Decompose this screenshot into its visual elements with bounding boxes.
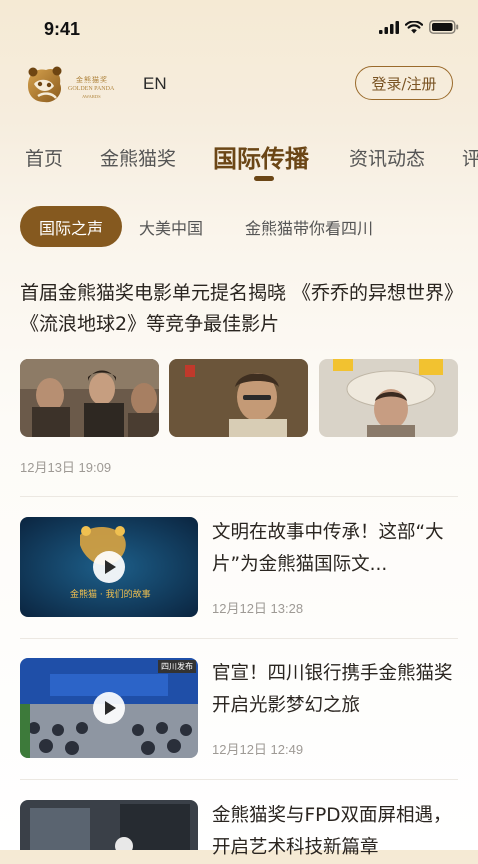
logo-text-cn: 金熊猫奖 <box>76 76 108 84</box>
article-date: 12月12日 13:28 <box>212 601 304 616</box>
article-title[interactable]: 官宣！四川银行携手金熊猫奖 开启光影梦幻之旅 <box>212 658 464 722</box>
play-button[interactable] <box>93 692 125 724</box>
article-video-thumbnail[interactable]: 四川发布 <box>20 658 198 758</box>
film-still-image <box>169 359 308 437</box>
featured-thumbnail-2[interactable] <box>169 359 308 437</box>
logo-text-en: GOLDEN PANDA <box>68 86 115 92</box>
wifi-icon <box>405 20 423 33</box>
play-icon <box>105 701 116 715</box>
list-divider <box>20 496 458 497</box>
panda-logo-icon <box>28 66 62 103</box>
play-button[interactable] <box>93 551 125 583</box>
subtab-international-voice[interactable]: 国际之声 <box>20 206 122 247</box>
list-divider <box>20 779 458 780</box>
tab-home[interactable]: 首页 <box>25 144 63 171</box>
article-thumbnail-image <box>20 800 198 850</box>
article-thumbnail[interactable] <box>20 800 198 850</box>
article-video-thumbnail[interactable]: 金熊猫 · 我们的故事 <box>20 517 198 617</box>
signal-icon <box>379 20 399 34</box>
film-still-image <box>20 359 159 437</box>
logo-text-sub: AWARDS <box>82 94 101 99</box>
tab-more-partial[interactable]: 评 <box>462 144 478 171</box>
main-tab-bar: 首页 金熊猫奖 国际传播 资讯动态 评 <box>0 130 478 186</box>
tab-international[interactable]: 国际传播 <box>213 139 309 174</box>
list-divider <box>20 638 458 639</box>
login-register-button[interactable]: 登录/注册 <box>355 66 453 100</box>
status-time: 9:41 <box>44 19 81 39</box>
app-header: 金熊猫奖 GOLDEN PANDA AWARDS EN 登录/注册 <box>0 58 478 116</box>
featured-date: 12月13日 19:09 <box>20 460 112 475</box>
status-bar: 9:41 <box>0 0 478 58</box>
article-title[interactable]: 金熊猫奖与FPD双面屏相遇，开启艺术科技新篇章 <box>212 800 464 864</box>
status-icons <box>379 20 459 34</box>
subtab-beautiful-china[interactable]: 大美中国 <box>139 206 203 247</box>
video-source-badge: 四川发布 <box>158 660 196 673</box>
battery-icon <box>429 20 459 34</box>
play-icon <box>105 560 116 574</box>
featured-article-title[interactable]: 首届金熊猫奖电影单元提名揭晓 《乔乔的异想世界》《流浪地球2》等竞争最佳影片 <box>20 278 462 340</box>
video-caption: 金熊猫 · 我们的故事 <box>70 590 151 600</box>
article-date: 12月12日 12:49 <box>212 742 304 757</box>
golden-panda-logo[interactable]: 金熊猫奖 GOLDEN PANDA AWARDS <box>24 62 120 108</box>
tab-news[interactable]: 资讯动态 <box>349 144 425 171</box>
article-title[interactable]: 文明在故事中传承！这部“大片”为金熊猫国际文... <box>212 517 464 581</box>
film-still-image <box>319 359 458 437</box>
subtab-panda-sichuan[interactable]: 金熊猫带你看四川 <box>245 206 373 247</box>
active-tab-indicator <box>254 176 274 181</box>
sub-tab-bar: 国际之声 大美中国 金熊猫带你看四川 <box>0 206 478 248</box>
tab-golden-panda-awards[interactable]: 金熊猫奖 <box>100 144 176 171</box>
featured-thumbnail-3[interactable] <box>319 359 458 437</box>
featured-thumbnail-1[interactable] <box>20 359 159 437</box>
language-switch[interactable]: EN <box>143 74 167 94</box>
